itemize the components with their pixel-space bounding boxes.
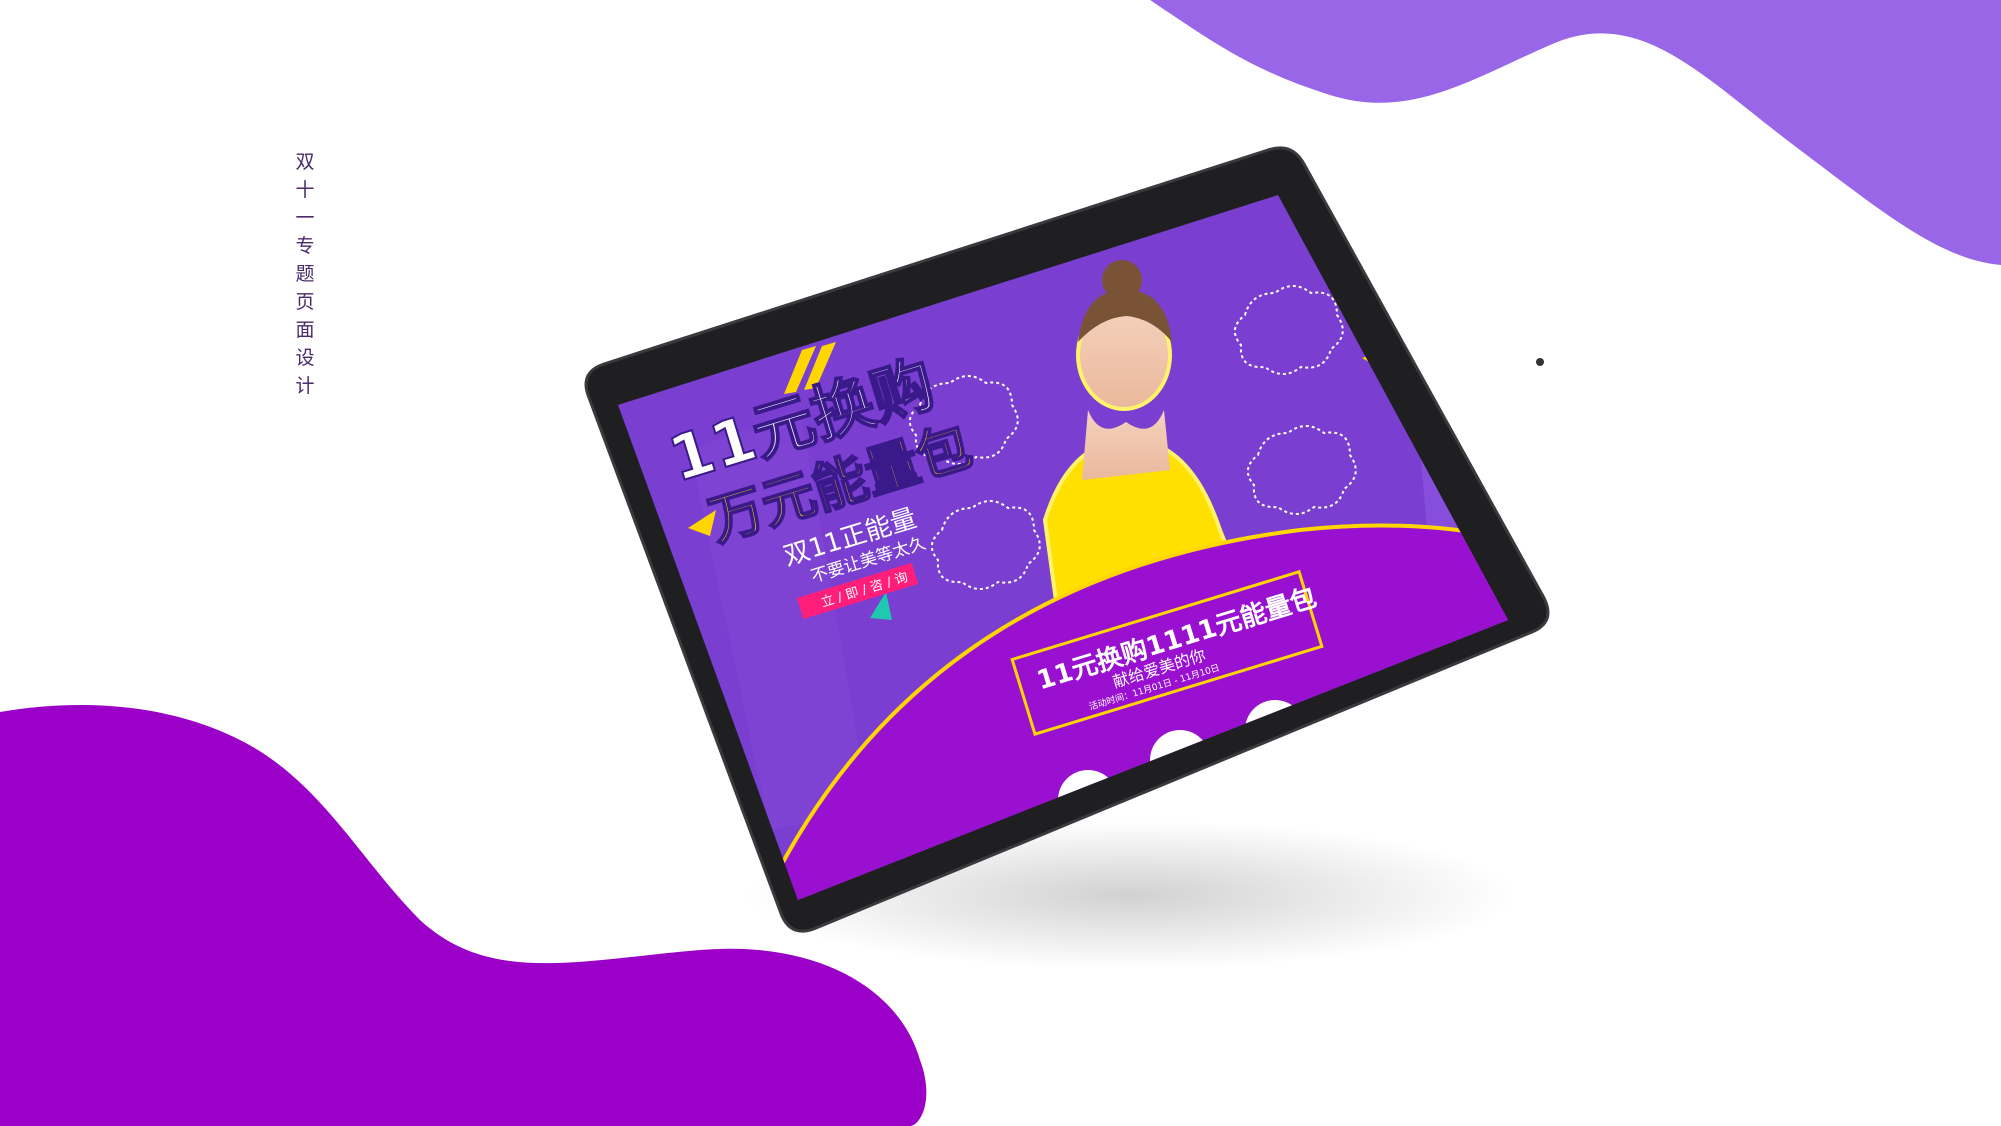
caption-char: 一 bbox=[295, 207, 315, 229]
tablet-mockup: 11元换购 万元能量包 双11正能量 不要让美等太久 立 / 即 / 咨 / 询… bbox=[584, 146, 1550, 933]
caption-char: 双 bbox=[295, 151, 315, 173]
caption-char: 面 bbox=[295, 319, 315, 341]
vertical-caption: 双 十 一 专 题 页 面 设 计 bbox=[294, 148, 316, 400]
caption-char: 设 bbox=[295, 347, 315, 369]
caption-char: 十 bbox=[295, 179, 315, 201]
caption-char: 专 bbox=[295, 235, 315, 257]
camera-dot bbox=[1536, 358, 1544, 366]
caption-char: 题 bbox=[295, 263, 315, 285]
caption-char: 页 bbox=[295, 291, 315, 313]
caption-char: 计 bbox=[295, 375, 315, 397]
